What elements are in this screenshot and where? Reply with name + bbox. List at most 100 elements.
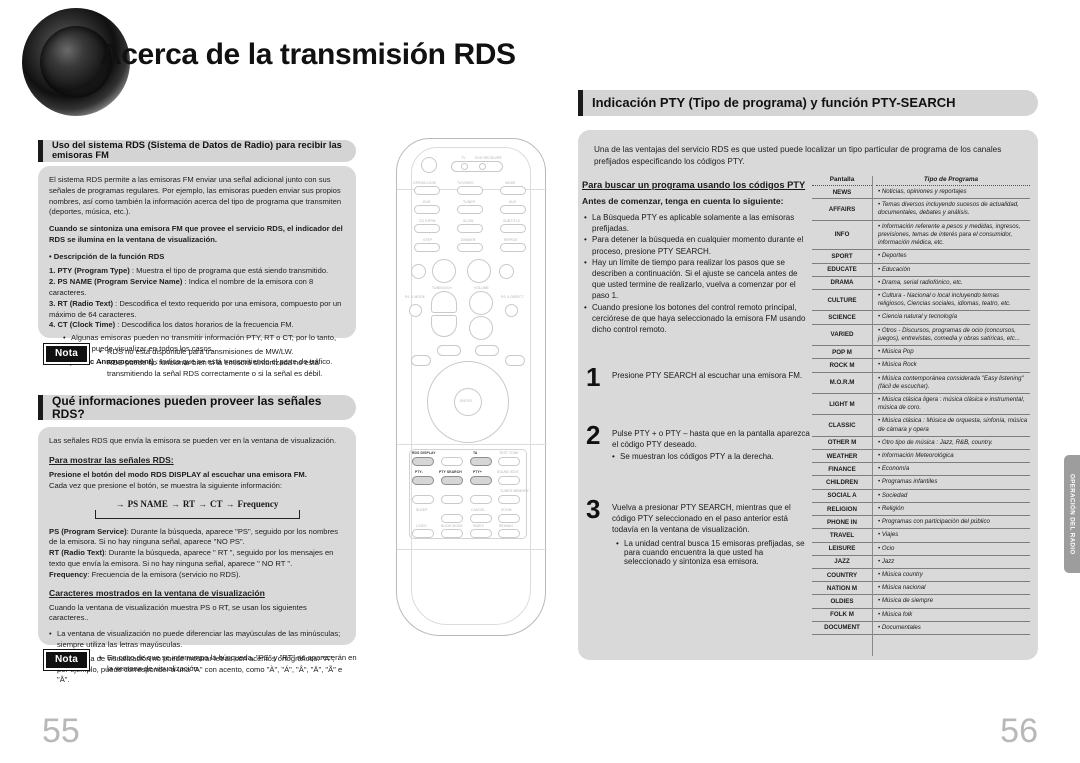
step-sub-list: Se muestran los códigos PTY a la derecha… bbox=[612, 452, 811, 461]
arrow-right-icon: → bbox=[225, 498, 235, 509]
keypad-2-button bbox=[441, 457, 463, 466]
def-desc: : Frecuencia de la emisora (servicio no … bbox=[87, 569, 241, 579]
title-tick bbox=[38, 395, 43, 420]
pty-code-cell: RELIGION bbox=[827, 505, 857, 513]
table-vertical-divider bbox=[872, 176, 873, 656]
list-item: Cuando presione los botones del control … bbox=[584, 302, 808, 336]
show-rds-subhead: Para mostrar las señales RDS: bbox=[49, 454, 174, 465]
cd-rip-button bbox=[414, 224, 440, 233]
title-tick bbox=[578, 90, 583, 116]
pty-before-start-bold: Antes de comenzar, tenga en cuenta lo si… bbox=[582, 196, 784, 206]
nota-text: En caso de que se interrumpa la búsqueda… bbox=[99, 650, 358, 674]
pty-desc-cell: • Programas infantiles bbox=[878, 478, 938, 486]
pty-minus-button bbox=[412, 476, 434, 485]
cancel-label: CANCEL bbox=[471, 508, 486, 512]
arrow-right-icon: → bbox=[115, 498, 125, 509]
subtitle-button bbox=[500, 224, 526, 233]
table-row: COUNTRY • Música country bbox=[812, 569, 1030, 583]
pty-desc-cell: • Otros - Discursos, programas de ocio (… bbox=[878, 326, 1020, 342]
tuner-memory-button bbox=[498, 495, 520, 504]
rds-info-panel: Las señales RDS que envía la emisora se … bbox=[38, 427, 356, 684]
pl2-mode-button bbox=[409, 304, 422, 317]
slow-button bbox=[457, 224, 483, 233]
cancel-button bbox=[470, 514, 492, 523]
pty-code-cell: SOCIAL A bbox=[827, 492, 857, 500]
pty-desc-cell: • Ocio bbox=[878, 544, 895, 552]
pty-plus-button bbox=[470, 476, 492, 485]
test-tone-label: TEST TONE bbox=[499, 451, 519, 455]
pty-code-cell: M.O.R.M bbox=[829, 379, 855, 387]
menu-button bbox=[437, 345, 461, 356]
rds-intro-text: El sistema RDS permite a las emisoras FM… bbox=[49, 175, 342, 217]
table-row: CULTURE • Cultura - Nacional o local incl… bbox=[812, 290, 1030, 312]
keypad-7-button bbox=[412, 495, 434, 504]
pty-desc-cell: • Información referente a pesos y medida… bbox=[878, 222, 1021, 247]
pty-code-cell: SPORT bbox=[831, 252, 853, 260]
dvd-receiver-label: DVD RECEIVER bbox=[475, 156, 502, 160]
pty-code-cell: CULTURE bbox=[827, 296, 857, 304]
keypad-8-button bbox=[441, 495, 463, 504]
title-tick bbox=[38, 140, 43, 162]
table-row: CLASSIC • Música clásica : Música de orqu… bbox=[812, 415, 1030, 437]
section-title-rds-info: Qué informaciones pueden proveer las señ… bbox=[38, 395, 356, 420]
rds-func-item: 3. RT (Radio Text) : Descodifica el text… bbox=[49, 299, 345, 321]
pty-code-cell: SCIENCE bbox=[828, 314, 856, 322]
pty-code-cell: PHONE IN bbox=[827, 518, 857, 526]
tv-label: TV bbox=[461, 156, 466, 160]
keypad-9-button bbox=[470, 495, 492, 504]
page-number-left: 55 bbox=[42, 712, 80, 750]
page-number-right: 56 bbox=[1000, 712, 1038, 750]
table-row: SOCIAL A • Sociedad bbox=[812, 490, 1030, 503]
pty-desc-cell: • Documentales bbox=[878, 623, 921, 631]
remote-control-illustration: TV DVD RECEIVER OPEN/CLOSE TV/VIDEO MODE… bbox=[388, 138, 556, 638]
return-button bbox=[411, 355, 431, 366]
pty-desc-cell: • Otro tipo de música : Jazz, R&B, count… bbox=[878, 438, 993, 446]
table-row: JAZZ • Jazz bbox=[812, 556, 1030, 569]
volume-down-button bbox=[469, 316, 493, 340]
tv-selector-dot bbox=[461, 163, 468, 170]
table-row: VARIED • Otros - Discursos, programas de … bbox=[812, 325, 1030, 347]
pty-code-cell: ROCK M bbox=[829, 361, 855, 369]
dvd-label: DVD bbox=[423, 200, 431, 204]
dvd-receiver-selector-dot bbox=[479, 163, 486, 170]
rds-display-bold: Presione el botón del modo RDS DISPLAY a… bbox=[49, 469, 307, 479]
pty-code-cell: JAZZ bbox=[834, 558, 850, 566]
table-row: OLDIES • Música de siempre bbox=[812, 595, 1030, 609]
slide-mode-label: SLIDE MODE bbox=[441, 524, 463, 528]
item-number: 1. bbox=[49, 266, 56, 276]
column-header-tipo: Tipo de Programa bbox=[923, 176, 979, 183]
list-item: En caso de que se interrumpa la búsqueda… bbox=[99, 652, 358, 674]
volume-label: VOLUME bbox=[474, 286, 489, 290]
step-label: STEP bbox=[423, 238, 433, 242]
table-body: NEWS • Noticias, opiniones y reportajes AF… bbox=[812, 186, 1030, 636]
pty-desc-cell: • Religión bbox=[878, 504, 904, 512]
tuner-label: TUNER bbox=[463, 200, 476, 204]
side-tab-label: OPERACIÓN DEL RADIO bbox=[1068, 473, 1076, 555]
pty-desc-cell: • Música folk bbox=[878, 610, 913, 618]
pty-desc-cell: • Temas diversos incluyendo sucesos de a… bbox=[878, 201, 1019, 217]
step-button bbox=[414, 243, 440, 252]
index-label: INDEX bbox=[473, 524, 484, 528]
volume-up-button bbox=[469, 291, 493, 315]
pty-code-cell: FINANCE bbox=[828, 465, 856, 473]
table-row: RELIGION • Religión bbox=[812, 503, 1030, 517]
nota-box-2: Nota En caso de que se interrumpa la bús… bbox=[42, 649, 358, 674]
item-number: 3. bbox=[49, 298, 56, 308]
pty-code-cell: OLDIES bbox=[830, 598, 854, 606]
pty-step-3: 3 Vuelva a presionar PTY SEARCH, mientra… bbox=[586, 496, 811, 565]
item-desc: : Muestra el tipo de programa que está s… bbox=[129, 266, 329, 276]
dimmer-button bbox=[457, 243, 483, 252]
pty-code-cell: FOLK M bbox=[830, 611, 854, 619]
pty-code-cell: VARIED bbox=[830, 331, 854, 339]
step-text: Pulse PTY + o PTY – hasta que en la pant… bbox=[612, 429, 810, 450]
divider bbox=[397, 549, 547, 550]
table-row: ROCK M • Música Rock bbox=[812, 359, 1030, 373]
open-close-button bbox=[414, 186, 440, 195]
ta-button bbox=[470, 457, 492, 466]
table-row: TRAVEL • Viajes bbox=[812, 529, 1030, 543]
tv-video-label: TV/VIDEO bbox=[457, 181, 474, 185]
aux-label: AUX bbox=[509, 200, 517, 204]
pty-bullet-list: La Búsqueda PTY es aplicable solamente a… bbox=[584, 212, 808, 335]
tuning-ch-label: TUNING/CH bbox=[432, 286, 452, 290]
pty-desc-cell: • Música nacional bbox=[878, 584, 926, 592]
